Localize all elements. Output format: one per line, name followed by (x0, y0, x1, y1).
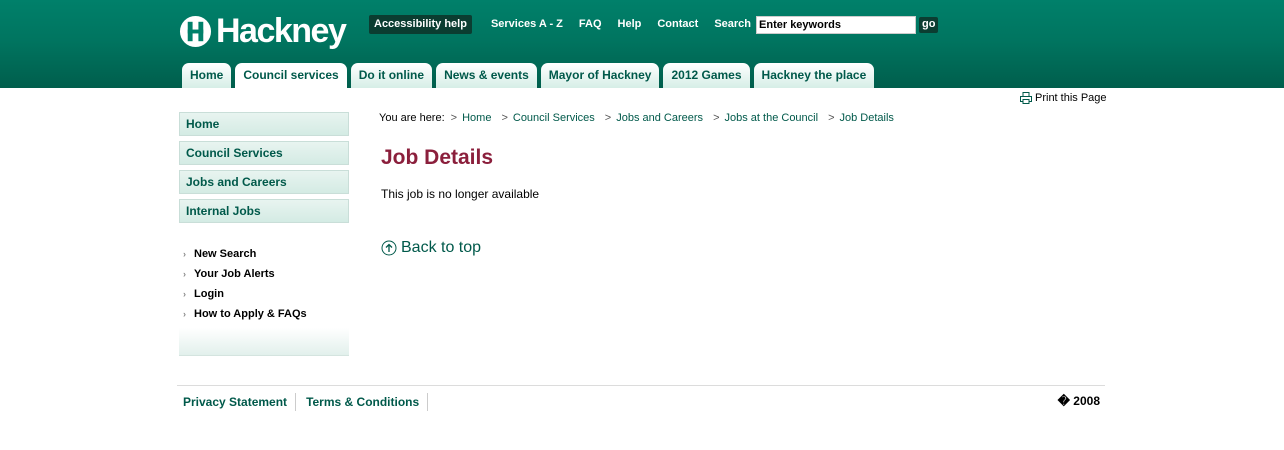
chevron-right-icon: › (183, 269, 186, 279)
subnav-label: Your Job Alerts (194, 268, 275, 280)
subnav-label: How to Apply & FAQs (194, 308, 307, 320)
tab-council-services[interactable]: Council services (235, 63, 347, 89)
search-go-button[interactable]: go (919, 16, 939, 33)
breadcrumb-job-details[interactable]: Job Details (840, 112, 894, 124)
breadcrumb-separator: > (604, 112, 612, 124)
site-header: Hackney Accessibility help Services A - … (0, 0, 1284, 89)
print-page-link[interactable]: Print this Page (1020, 92, 1107, 104)
copyright-text: � 2008 (1057, 394, 1100, 408)
subnav-item-how-to-apply[interactable]: › How to Apply & FAQs (179, 304, 349, 324)
subnav-label: New Search (194, 248, 257, 260)
breadcrumb-separator: > (501, 112, 508, 124)
arrow-up-circle-icon (381, 240, 397, 256)
site-footer: Privacy Statement Terms & Conditions � 2… (177, 392, 1105, 412)
services-az-link[interactable]: Services A - Z (491, 15, 563, 34)
back-to-top-label: Back to top (401, 239, 482, 256)
tab-news-events[interactable]: News & events (436, 63, 537, 88)
job-subnav: › New Search › Your Job Alerts › Login ›… (179, 244, 349, 324)
page-title: Job Details (381, 146, 494, 169)
hackney-logo[interactable]: Hackney (179, 12, 347, 50)
privacy-statement-link[interactable]: Privacy Statement (177, 393, 297, 411)
logo-text: Hackney (216, 12, 347, 50)
leftnav-jobs-and-careers[interactable]: Jobs and Careers (179, 170, 349, 194)
faq-link[interactable]: FAQ (579, 15, 602, 34)
footer-divider (177, 385, 1105, 386)
breadcrumb-separator: > (450, 112, 458, 124)
search-label: Search (714, 18, 752, 30)
print-page-label: Print this Page (1035, 92, 1107, 104)
chevron-right-icon: › (183, 249, 186, 259)
leftnav-council-services[interactable]: Council Services (179, 141, 349, 165)
breadcrumb-home[interactable]: Home (462, 112, 491, 124)
search-input[interactable] (756, 15, 917, 34)
breadcrumb-jobs-at-council[interactable]: Jobs at the Council (725, 112, 819, 124)
breadcrumb-council-services[interactable]: Council Services (513, 112, 595, 124)
breadcrumb-label: You are here: (379, 112, 445, 124)
printer-icon (1020, 92, 1032, 104)
breadcrumb-separator: > (828, 112, 835, 124)
tab-2012-games[interactable]: 2012 Games (663, 63, 750, 88)
subnav-item-login[interactable]: › Login (179, 284, 349, 304)
left-nav: Home Council Services Jobs and Careers I… (179, 112, 349, 228)
breadcrumb-jobs-and-careers[interactable]: Jobs and Careers (616, 112, 703, 124)
tab-hackney-the-place[interactable]: Hackney the place (753, 63, 875, 88)
help-link[interactable]: Help (618, 15, 642, 34)
subnav-item-job-alerts[interactable]: › Your Job Alerts (179, 264, 349, 284)
main-nav-tabs: Home Council services Do it online News … (182, 63, 875, 89)
utility-nav: Accessibility help Services A - Z FAQ He… (369, 15, 939, 34)
accessibility-help-button[interactable]: Accessibility help (369, 15, 472, 34)
tab-home[interactable]: Home (182, 63, 232, 88)
breadcrumb-separator: > (713, 112, 720, 124)
subnav-label: Login (194, 288, 224, 300)
contact-link[interactable]: Contact (657, 15, 698, 34)
terms-conditions-link[interactable]: Terms & Conditions (300, 393, 429, 411)
tab-mayor-of-hackney[interactable]: Mayor of Hackney (540, 63, 660, 88)
back-to-top-link[interactable]: Back to top (381, 239, 481, 257)
chevron-right-icon: › (183, 309, 186, 319)
leftnav-home[interactable]: Home (179, 112, 349, 136)
leftnav-footer (179, 328, 349, 356)
chevron-right-icon: › (183, 289, 186, 299)
subnav-item-new-search[interactable]: › New Search (179, 244, 349, 264)
job-unavailable-message: This job is no longer available (381, 187, 540, 201)
leftnav-internal-jobs[interactable]: Internal Jobs (179, 199, 349, 223)
tab-do-it-online[interactable]: Do it online (350, 63, 433, 88)
hackney-logo-icon (179, 15, 212, 47)
breadcrumb: You are here: > Home > Council Services … (379, 112, 904, 124)
